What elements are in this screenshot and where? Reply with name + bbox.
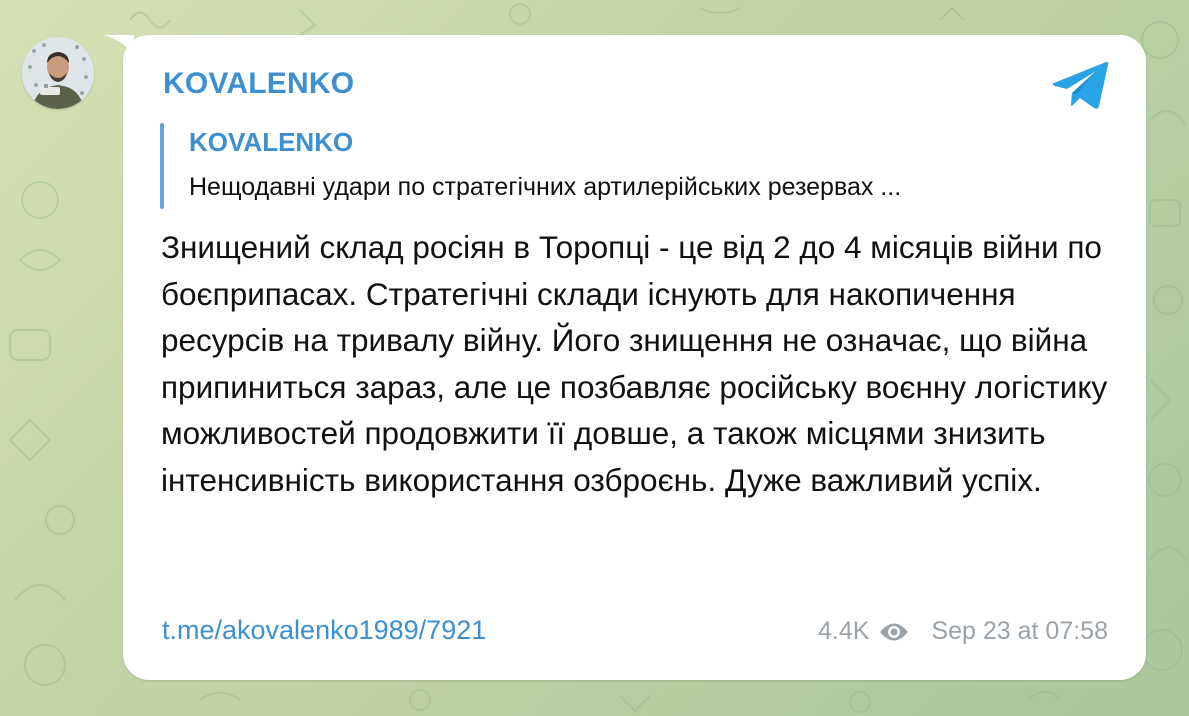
channel-name[interactable]: KOVALENKO [163,67,354,101]
channel-avatar[interactable] [22,37,94,109]
message-bubble: KOVALENKO KOVALENKO Нещодавні удари по с… [123,35,1146,680]
telegram-icon[interactable] [1052,59,1110,111]
message-text: Знищений склад росіян в Торопці - це від… [161,229,1108,498]
post-link[interactable]: t.me/akovalenko1989/7921 [162,615,486,646]
view-count: 4.4K [818,617,870,645]
avatar-image [22,37,94,109]
message-meta: 4.4K Sep 23 at 07:58 [818,617,1108,646]
reply-author: KOVALENKO [189,127,354,157]
reply-bar [160,123,164,209]
reply-preview-text: Нещодавні удари по стратегічних артилері… [189,173,902,201]
eye-icon [880,623,909,640]
timestamp: Sep 23 at 07:58 [931,617,1108,645]
reply-quote[interactable]: KOVALENKO Нещодавні удари по стратегічни… [160,123,1100,209]
